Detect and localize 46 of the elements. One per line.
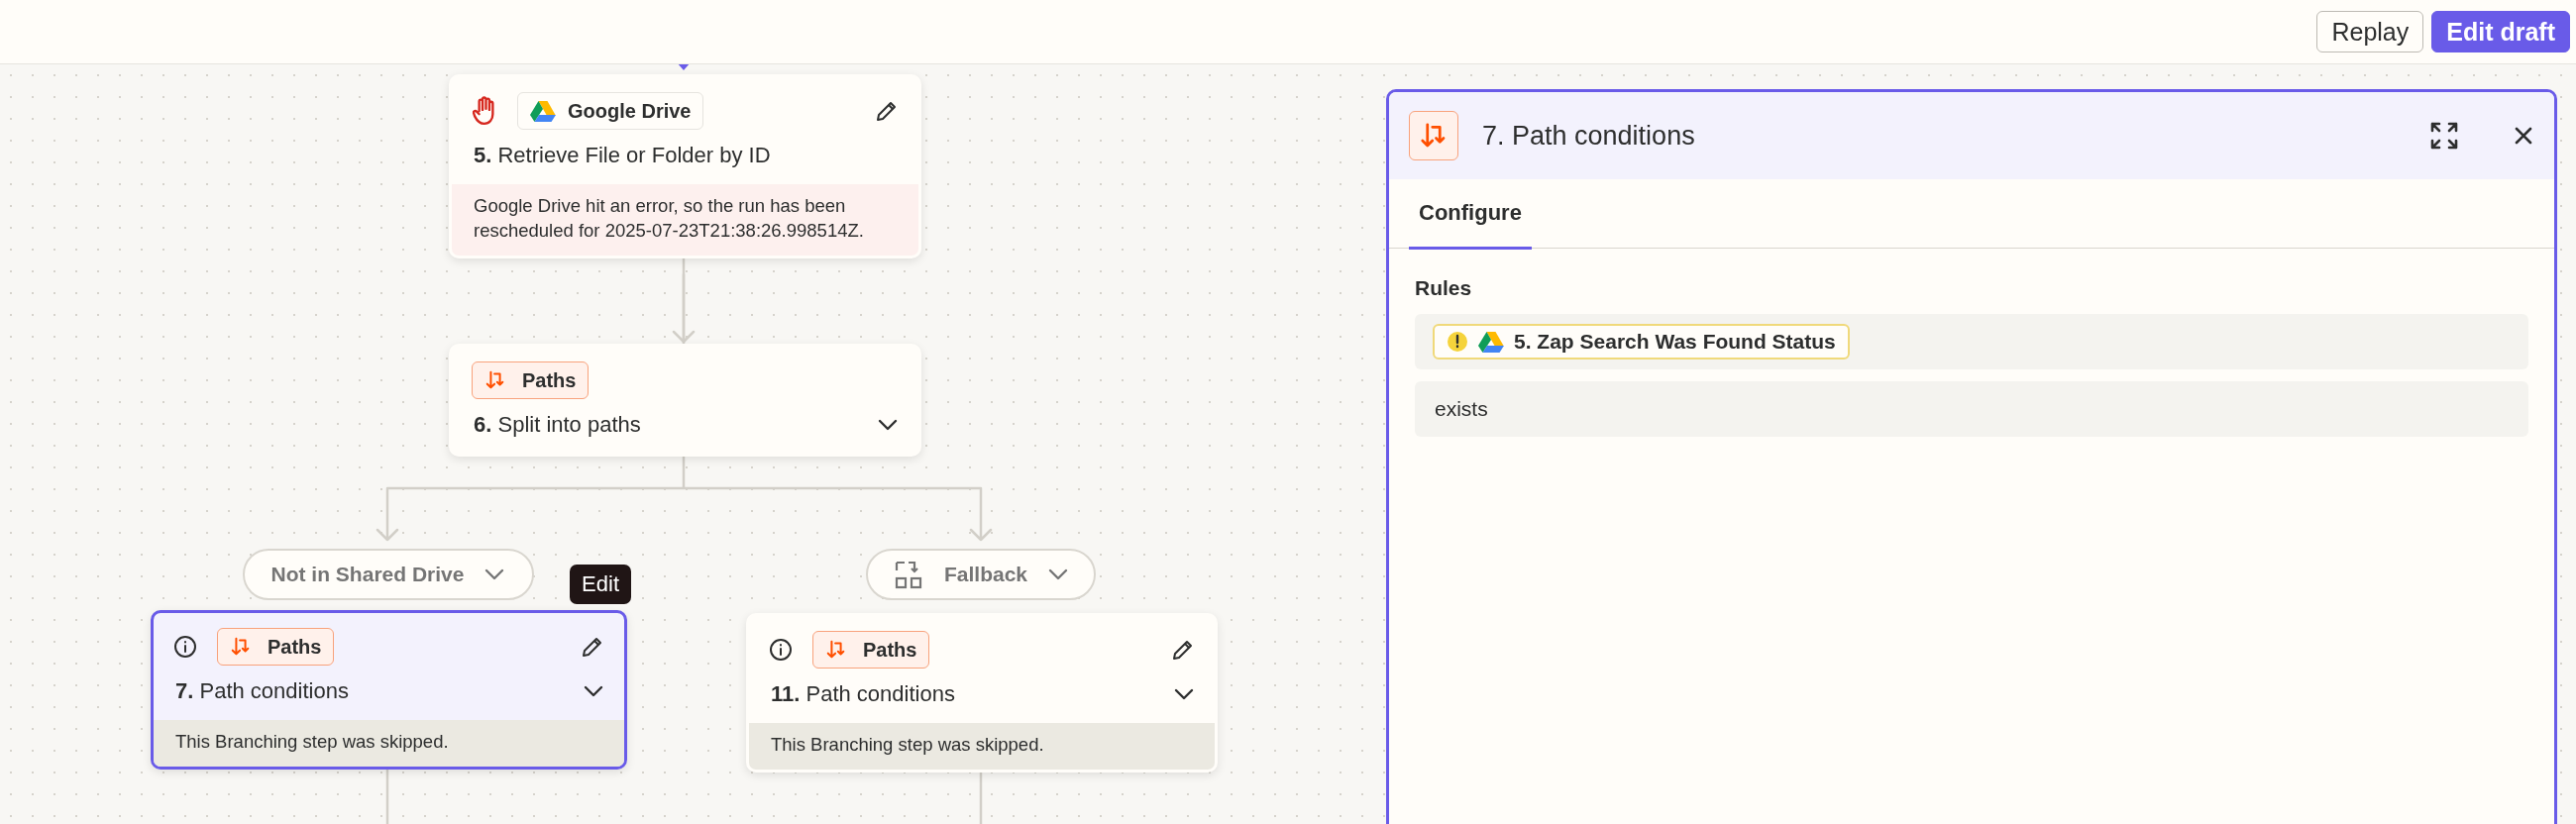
rule-row[interactable]: 5. Zap Search Was Found Status xyxy=(1415,314,2528,369)
step-title: 6. Split into paths xyxy=(474,412,642,438)
pencil-icon[interactable] xyxy=(875,99,899,123)
field-chip[interactable]: 5. Zap Search Was Found Status xyxy=(1433,324,1850,360)
drive-logo-icon xyxy=(530,99,556,123)
badge-label: Paths xyxy=(268,635,322,659)
info-icon[interactable] xyxy=(173,635,197,659)
status-message: Google Drive hit an error, so the run has been rescheduled for 2025-07-23T21:38:26.998514Z. xyxy=(452,184,918,256)
pencil-icon[interactable] xyxy=(1171,638,1195,662)
split-arrows-icon xyxy=(484,369,506,391)
close-icon[interactable] xyxy=(2513,125,2534,147)
branch-selector[interactable]: Not in Shared Drive xyxy=(243,549,534,600)
branch-label: Fallback xyxy=(943,563,1027,586)
panel-title: 7. Path conditions xyxy=(1482,120,1696,152)
pencil-icon[interactable] xyxy=(581,635,604,659)
status-message: This Branching step was skipped. xyxy=(749,723,1215,770)
split-arrows-icon xyxy=(825,639,847,661)
badge-label: Paths xyxy=(522,368,577,392)
step-card[interactable]: Paths 11. Path conditions This Branching step was skipped. xyxy=(746,613,1218,772)
tab[interactable]: Configure xyxy=(1409,179,1532,250)
section-heading: Rules xyxy=(1415,276,1472,300)
badge-label: Paths xyxy=(863,638,917,662)
badge-label: Google Drive xyxy=(568,99,692,123)
branch-label: Not in Shared Drive xyxy=(270,563,465,586)
chevron-down-icon[interactable] xyxy=(877,418,899,432)
step-title: 5. Retrieve File or Folder by ID xyxy=(474,143,772,168)
rule-row[interactable]: exists xyxy=(1415,381,2528,437)
tooltip: Edit xyxy=(570,565,631,604)
branch-selector[interactable]: Fallback xyxy=(866,549,1096,600)
split-arrows-icon xyxy=(230,636,252,658)
step-card[interactable]: Paths 6. Split into paths xyxy=(449,344,921,457)
drive-logo-icon xyxy=(1478,330,1504,354)
hand-icon xyxy=(472,96,497,126)
replay-button[interactable]: Replay xyxy=(2316,11,2424,52)
step-title: 11. Path conditions xyxy=(771,681,956,707)
step-icon xyxy=(1409,111,1458,160)
expand-icon[interactable] xyxy=(2429,121,2459,151)
step-card[interactable]: Paths 7. Path conditions This Branching step was skipped. xyxy=(151,610,627,770)
step-card[interactable]: Google Drive 5. Retrieve File or Folder by ID Google Drive hit an error, so the run has been rescheduled for 2025-07-23T21:38:26.998514Z. xyxy=(449,74,921,258)
chevron-down-icon[interactable] xyxy=(1173,687,1195,701)
chevron-down-icon[interactable] xyxy=(583,684,604,698)
info-icon[interactable] xyxy=(769,638,793,662)
status-message: This Branching step was skipped. xyxy=(154,720,624,767)
operator-text: exists xyxy=(1435,397,1488,421)
step-title: 7. Path conditions xyxy=(175,678,350,704)
edit-button[interactable]: Edit draft xyxy=(2431,11,2570,52)
